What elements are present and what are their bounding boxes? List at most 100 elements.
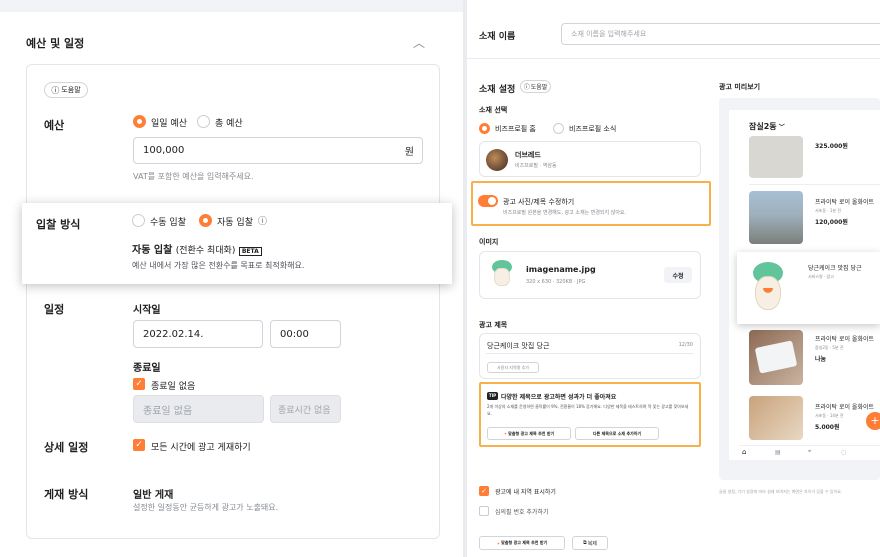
item-thumbnail [749, 330, 803, 385]
no-end-date-label: 종료일 없음 [151, 382, 196, 392]
creative-name-input[interactable]: 소재 이름을 입력해주세요 [561, 23, 880, 45]
daily-budget-radio[interactable] [133, 115, 146, 128]
detail-schedule-label: 상세 일정 [44, 441, 89, 454]
auto-bid-radio[interactable] [199, 214, 212, 227]
tip-desc: 2개 이상의 소재를 운영하면 클릭률이 9%, 전환율이 18% 증가해요. … [487, 404, 689, 416]
preview-label: 광고 미리보기 [719, 83, 761, 91]
end-date-placeholder: 종료일 없음 [143, 405, 193, 417]
delivery-label: 게재 방식 [44, 488, 89, 501]
region-tag-button[interactable]: 사용자 지역명 추가 [487, 362, 539, 373]
write-fab[interactable]: + [866, 412, 880, 430]
help-button-label: 도움말 [61, 86, 81, 94]
creative-setting-title: 소재 설정 [479, 85, 516, 95]
item-thumbnail [749, 396, 803, 440]
map-icon[interactable]: ⌖ [808, 448, 811, 456]
mascot-image [745, 258, 789, 318]
start-date-label: 시작일 [133, 305, 161, 316]
mascot-thumbnail [488, 258, 516, 294]
biz-home-label: 비즈프로필 홈 [495, 125, 536, 133]
auto-bid-title-text: 자동 입찰 [132, 245, 173, 256]
start-date-input[interactable]: 2022.02.14. [133, 320, 263, 348]
manual-bid-radio[interactable] [132, 214, 145, 227]
image-label: 이미지 [479, 238, 499, 246]
item-meta: 서초동 · 1분 전 [815, 208, 842, 213]
profile-avatar [486, 149, 508, 171]
toggle-title: 광고 사진/제목 수정하기 [503, 198, 575, 206]
budget-input[interactable]: 100,000 원 [133, 137, 423, 164]
char-count: 12/30 [678, 342, 693, 348]
section-title: 예산 및 일정 [26, 37, 85, 50]
sparkle-icon: ✦ [496, 540, 501, 546]
nav-divider [739, 445, 880, 446]
item-title: 프라이탁 로이 올화이트 [815, 336, 875, 343]
region-checkbox[interactable]: ✓ [479, 486, 489, 496]
help-button[interactable]: ⓘ 도움말 [44, 82, 88, 98]
item-title: 프라이탁 로이 올화이트 [815, 404, 875, 411]
all-time-checkbox[interactable]: ✓ [133, 439, 145, 451]
image-edit-button[interactable]: 수정 [664, 267, 692, 283]
item-price: 나눔 [815, 356, 827, 363]
total-budget-radio[interactable] [197, 115, 210, 128]
schedule-label: 일정 [44, 303, 65, 316]
item-thumbnail [749, 136, 803, 178]
ad-title-label: 광고 제목 [479, 321, 508, 329]
budget-unit: 원 [404, 147, 414, 158]
recommend-title-bottom-label: 맞춤형 광고 제목 추천 받기 [501, 540, 548, 545]
profile-sub: 비즈프로필 · 역삼동 [515, 163, 557, 169]
file-meta: 320 x 630 · 320KB · JPG [526, 279, 586, 285]
delivery-title: 일반 게재 [133, 490, 174, 501]
item-title: 프라이탁 로이 올화이트 [815, 199, 875, 206]
bidding-card: 입찰 방식 수동 입찰 자동 입찰 ⓘ 자동 입찰 (전환수 최대화) BETA… [22, 203, 452, 284]
phone-location[interactable]: 잠실2동 ﹀ [749, 121, 785, 132]
start-time-input[interactable]: 00:00 [270, 320, 341, 348]
recommend-title-button-bottom[interactable]: ✦ 맞춤형 광고 제목 추천 받기 [479, 536, 565, 550]
collapse-chevron-icon[interactable]: ︿ [413, 34, 425, 51]
tip-title: 다양한 제목으로 광고하면 성과가 더 좋아져요 [501, 394, 617, 401]
tip-box: TIP 다양한 제목으로 광고하면 성과가 더 좋아져요 2개 이상의 소재를 … [479, 382, 701, 447]
chevron-down-icon: ﹀ [776, 124, 785, 131]
ad-title-field[interactable]: 당근케이크 맛집 당근 12/30 사용자 지역명 추가 [479, 333, 701, 379]
ad-title-value: 당근케이크 맛집 당근 [487, 342, 550, 350]
budget-hint: VAT를 포함한 예산을 입력해주세요. [133, 172, 254, 181]
setting-help-button[interactable]: ⓘ 도움말 [520, 80, 551, 93]
biz-news-radio[interactable] [553, 123, 564, 134]
profile-card[interactable]: 더브레드 비즈프로필 · 역삼동 [479, 141, 701, 177]
location-text: 잠실2동 [749, 122, 777, 131]
manual-bid-label: 수동 입찰 [150, 218, 186, 228]
info-icon[interactable]: ⓘ [258, 214, 267, 227]
end-date-input[interactable]: 종료일 없음 [133, 395, 264, 423]
tip-badge: TIP [487, 392, 498, 400]
biz-home-radio[interactable] [479, 123, 490, 134]
phone-checkbox[interactable] [479, 506, 489, 516]
profile-name: 더브레드 [515, 151, 541, 159]
toggle-desc: 비즈프로필 원본을 변경해도, 광고 소재는 변경되지 않아요. [503, 210, 627, 216]
edit-toggle[interactable] [478, 195, 498, 207]
preview-caption: 글꼴 설정, 기기 설정에 따라 실제 보여지는 화면은 차이가 있을 수 있어… [719, 489, 843, 494]
bidding-label: 입찰 방식 [36, 218, 81, 231]
help-icon: ⓘ [523, 84, 530, 91]
sparkle-icon: ✦ [503, 431, 508, 436]
file-name: imagename.jpg [526, 265, 596, 274]
recommend-title-button[interactable]: ✦ 맞춤형 광고 제목 추천 받기 [487, 427, 571, 440]
creative-name-label: 소재 이름 [479, 32, 516, 42]
all-time-label: 모든 시간에 광고 게재하기 [151, 443, 251, 453]
no-end-date-checkbox[interactable]: ✓ [133, 378, 145, 390]
home-icon[interactable]: ⌂ [742, 448, 746, 456]
divider [749, 184, 880, 185]
end-time-input[interactable]: 종료시간 없음 [270, 395, 341, 423]
duplicate-button[interactable]: ⧉ 복제 [572, 536, 608, 550]
add-creative-button[interactable]: 다른 제목으로 소재 추가하기 [575, 427, 659, 440]
auto-bid-title: 자동 입찰 (전환수 최대화) BETA [132, 241, 262, 256]
setting-help-label: 도움말 [530, 84, 548, 91]
item-meta: 잠실2동 · 5분 전 [815, 345, 844, 350]
item-meta: 서초동 · 14분 전 [815, 413, 844, 418]
beta-badge: BETA [238, 247, 262, 256]
community-icon[interactable]: ▤ [775, 449, 781, 456]
ad-preview-card: 당근케이크 맛집 당근 서비스명 · 광고 [737, 252, 880, 324]
top-strip [0, 0, 463, 12]
start-date-value: 2022.02.14. [143, 328, 204, 340]
image-card: imagename.jpg 320 x 630 · 320KB · JPG 수정 [479, 251, 701, 299]
ad-preview-meta: 서비스명 · 광고 [808, 274, 834, 279]
chat-icon[interactable]: ◌ [841, 449, 846, 456]
auto-bid-subtitle: (전환수 최대화) [175, 246, 236, 256]
